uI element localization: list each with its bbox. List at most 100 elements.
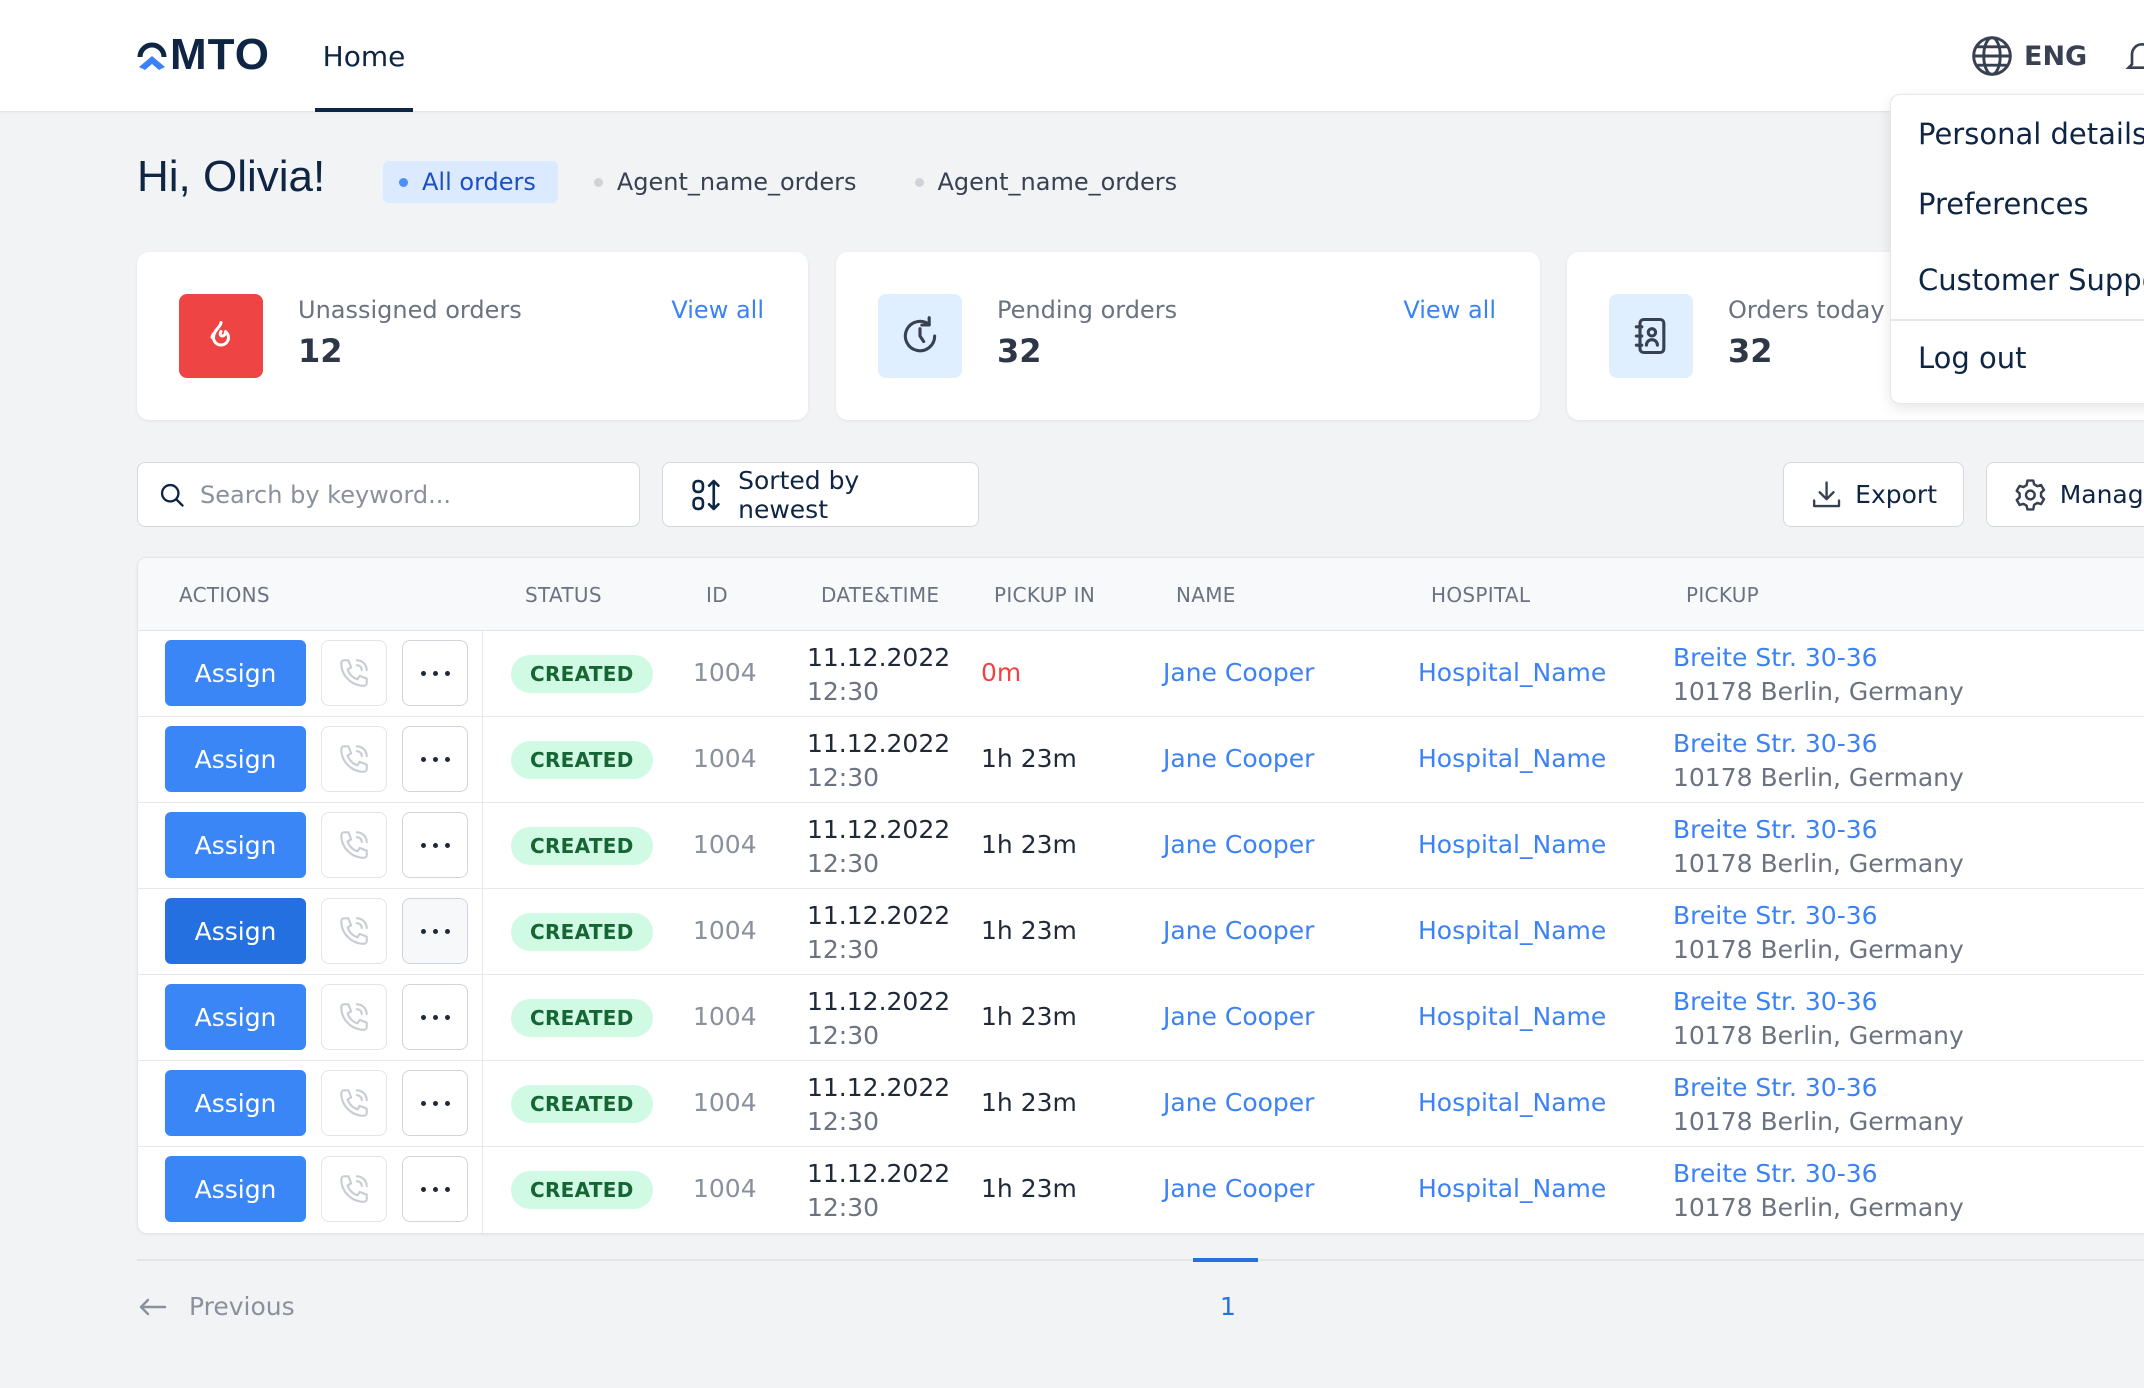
pickup-in: 1h 23m [981,916,1077,945]
table-row: Assign CREATED 1004 11.12.2022 12:30 0m … [138,631,2144,717]
active-page-indicator [1193,1258,1258,1262]
hospital-link[interactable]: Hospital_Name [1418,830,1606,859]
tab-label: Agent_name_orders [937,168,1178,196]
sort-label: Sorted by newest [738,465,860,524]
patient-name-link[interactable]: Jane Cooper [1163,1088,1314,1117]
more-actions-button[interactable] [402,1070,468,1136]
call-button[interactable] [321,726,387,792]
patient-name-link[interactable]: Jane Cooper [1163,916,1314,945]
col-pickup[interactable]: PICKUP [1686,558,1759,631]
pickup-street-link[interactable]: Breite Str. 30-36 [1673,899,1964,933]
menu-item-customer-support[interactable]: Customer Support [1918,263,2144,297]
call-button[interactable] [321,640,387,706]
language-selector[interactable]: ENG [1970,34,2087,78]
hospital-link[interactable]: Hospital_Name [1418,1174,1606,1203]
actions-cell: Assign [138,1147,483,1233]
actions-cell: Assign [138,975,483,1061]
call-button[interactable] [321,898,387,964]
order-id: 1004 [693,1174,757,1203]
more-dots-icon [420,928,450,934]
order-datetime: 11.12.2022 12:30 [807,641,950,709]
patient-name-link[interactable]: Jane Cooper [1163,658,1314,687]
order-datetime: 11.12.2022 12:30 [807,1071,950,1139]
user-menu-dropdown: Personal details Preferences Customer Su… [1890,94,2144,404]
col-name[interactable]: NAME [1176,558,1236,631]
pickup-city: 10178 Berlin, Germany [1673,677,1964,706]
bell-icon[interactable] [2122,34,2144,78]
call-button[interactable] [321,1070,387,1136]
col-status[interactable]: STATUS [525,558,602,631]
assign-button[interactable]: Assign [165,812,306,878]
call-button[interactable] [321,984,387,1050]
col-pickup-in[interactable]: PICKUP IN [994,558,1095,631]
phone-icon [340,1175,368,1203]
pickup-street-link[interactable]: Breite Str. 30-36 [1673,813,1964,847]
clock-refresh-icon [903,316,937,353]
assign-button[interactable]: Assign [165,1156,306,1222]
assign-button[interactable]: Assign [165,1070,306,1136]
hospital-link[interactable]: Hospital_Name [1418,916,1606,945]
previous-page-button[interactable]: Previous [137,1292,295,1321]
assign-button[interactable]: Assign [165,640,306,706]
patient-name-link[interactable]: Jane Cooper [1163,1174,1314,1203]
patient-name-link[interactable]: Jane Cooper [1163,830,1314,859]
pagination-divider [137,1259,2144,1261]
assign-button[interactable]: Assign [165,898,306,964]
patient-name-link[interactable]: Jane Cooper [1163,1002,1314,1031]
page-number-1[interactable]: 1 [1220,1292,1236,1321]
globe-icon [1972,36,2012,76]
phone-icon [340,917,368,945]
col-id[interactable]: ID [706,558,728,631]
hospital-link[interactable]: Hospital_Name [1418,744,1606,773]
assign-button[interactable]: Assign [165,984,306,1050]
pickup-street-link[interactable]: Breite Str. 30-36 [1673,727,1964,761]
assign-button[interactable]: Assign [165,726,306,792]
more-actions-button[interactable] [402,812,468,878]
call-button[interactable] [321,1156,387,1222]
more-actions-button[interactable] [402,640,468,706]
view-all-link[interactable]: View all [671,296,764,324]
menu-item-preferences[interactable]: Preferences [1918,187,2089,221]
hospital-link[interactable]: Hospital_Name [1418,1002,1606,1031]
menu-item-log-out[interactable]: Log out [1918,341,2027,375]
call-button[interactable] [321,812,387,878]
pickup-street-link[interactable]: Breite Str. 30-36 [1673,641,1964,675]
more-dots-icon [420,842,450,848]
menu-divider [1891,319,2144,321]
view-all-link[interactable]: View all [1403,296,1496,324]
patient-name-link[interactable]: Jane Cooper [1163,744,1314,773]
pickup-street-link[interactable]: Breite Str. 30-36 [1673,985,1964,1019]
tab-agent-orders[interactable]: Agent_name_orders [578,161,879,203]
more-actions-button[interactable] [402,898,468,964]
nav-home-tab[interactable]: Home [315,0,413,112]
search-input[interactable] [200,480,620,509]
hospital-link[interactable]: Hospital_Name [1418,1088,1606,1117]
sort-icon [692,479,720,510]
more-actions-button[interactable] [402,984,468,1050]
pickup-city: 10178 Berlin, Germany [1673,1107,1964,1136]
order-time: 12:30 [807,763,880,792]
menu-item-personal-details[interactable]: Personal details [1918,117,2144,151]
export-button[interactable]: Export [1783,462,1964,527]
logo[interactable]: MTO [136,30,270,79]
status-badge: CREATED [511,1085,653,1123]
more-dots-icon [420,1100,450,1106]
pickup-street-link[interactable]: Breite Str. 30-36 [1673,1157,1964,1191]
order-id: 1004 [693,658,757,687]
pickup-street-link[interactable]: Breite Str. 30-36 [1673,1071,1964,1105]
tab-agent-orders[interactable]: Agent_name_orders [899,161,1200,203]
order-date: 11.12.2022 [807,1159,951,1188]
status-badge: CREATED [511,999,653,1037]
order-date: 11.12.2022 [807,901,951,930]
sort-button[interactable]: Sorted by newest [662,462,979,527]
col-datetime[interactable]: DATE&TIME [821,558,939,631]
search-box[interactable] [137,462,640,527]
order-time: 12:30 [807,935,880,964]
order-date: 11.12.2022 [807,1073,951,1102]
col-hospital[interactable]: HOSPITAL [1431,558,1530,631]
manage-button[interactable]: Manage [1986,462,2144,527]
hospital-link[interactable]: Hospital_Name [1418,658,1606,687]
more-actions-button[interactable] [402,726,468,792]
more-actions-button[interactable] [402,1156,468,1222]
tab-all-orders[interactable]: All orders [383,161,558,203]
